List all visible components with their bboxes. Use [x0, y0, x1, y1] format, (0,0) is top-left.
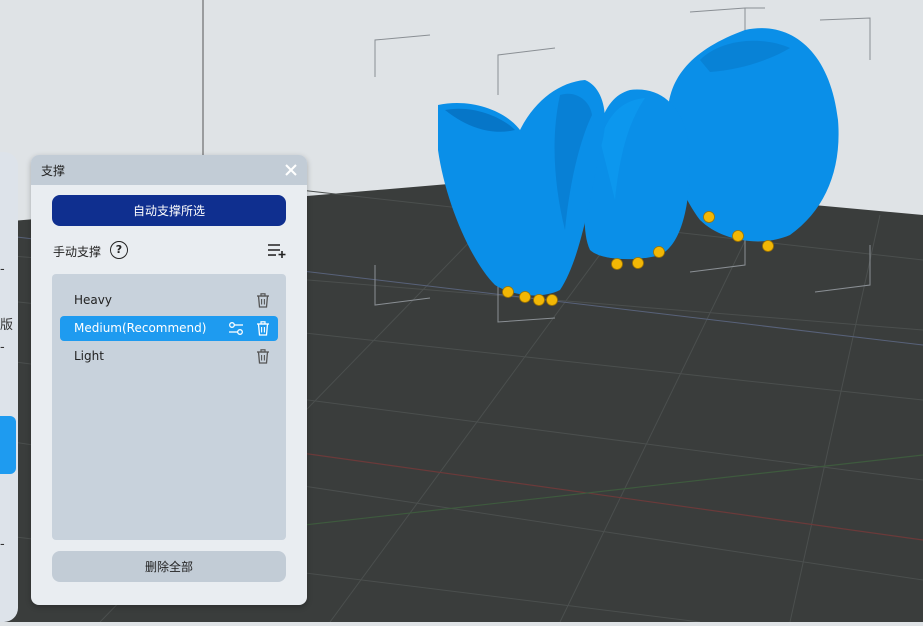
panel-header: 支撑	[31, 155, 307, 185]
add-preset-icon[interactable]	[267, 241, 287, 259]
manual-support-label: 手动支撑	[53, 245, 102, 259]
panel-title: 支撑	[41, 164, 66, 178]
preset-item-heavy[interactable]: Heavy	[60, 288, 278, 313]
close-button[interactable]	[281, 160, 301, 180]
preset-item-medium[interactable]: Medium(Recommend)	[60, 316, 278, 341]
left-toolbar: - 版 - -	[0, 152, 18, 622]
preset-list: Heavy Medium(Recommend) Light	[52, 274, 286, 540]
toolbar-divider-mark: -	[0, 262, 5, 277]
preset-item-light[interactable]: Light	[60, 344, 278, 369]
trash-icon[interactable]	[256, 349, 270, 364]
toolbar-partial-label: 版	[0, 318, 14, 333]
support-panel: 支撑 自动支撑所选 手动支撑 ? Heavy Medium(Recommend)…	[31, 155, 307, 605]
help-icon[interactable]: ?	[110, 241, 128, 259]
toolbar-divider-mark: -	[0, 537, 5, 552]
delete-all-button[interactable]: 删除全部	[52, 551, 286, 582]
preset-label: Medium(Recommend)	[74, 321, 207, 335]
settings-sliders-icon[interactable]	[228, 321, 244, 336]
trash-icon[interactable]	[256, 321, 270, 336]
tooth-model[interactable]	[667, 28, 839, 242]
trash-icon[interactable]	[256, 293, 270, 308]
auto-support-button[interactable]: 自动支撑所选	[52, 195, 286, 226]
close-icon	[285, 164, 297, 176]
toolbar-active-tool-indicator[interactable]	[0, 416, 16, 474]
preset-label: Light	[74, 349, 104, 363]
toolbar-divider-mark: -	[0, 340, 5, 355]
preset-label: Heavy	[74, 293, 112, 307]
